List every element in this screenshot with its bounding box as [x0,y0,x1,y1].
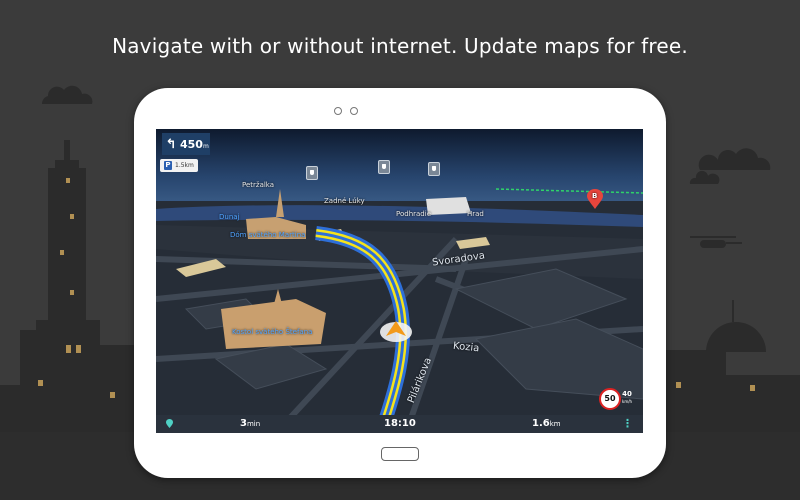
time-remaining[interactable]: 3min [240,418,260,429]
current-speed-unit: km/h [622,399,633,404]
turn-instruction[interactable]: ↰ 450 m [162,133,210,155]
navigation-screen[interactable]: ↰ 450 m P 1.5km B Petržalka Zadné Lúky Du… [156,129,643,433]
tablet-device: ↰ 450 m P 1.5km B Petržalka Zadné Lúky Du… [134,88,666,478]
current-speed-value: 40 [622,390,632,398]
map-label-zadne-luky: Zadné Lúky [324,197,365,205]
poi-icon[interactable] [306,166,318,180]
location-pin-icon[interactable] [166,419,173,428]
distance-remaining[interactable]: 1.6km [532,418,561,429]
current-speed: 40 km/h [622,391,632,405]
map-label-dom: Dóm svätého Martina [230,231,306,239]
map-label-petrzalka: Petržalka [242,181,275,189]
home-button[interactable] [381,447,419,461]
map-label-hrad: Hrad [467,210,484,218]
turn-distance-unit: m [202,143,209,150]
turn-left-arrow-icon: ↰ [165,136,177,152]
speed-limit-sign: 50 [599,388,621,410]
time-remaining-value: 3 [240,418,247,429]
arrival-time[interactable]: 18:10 [384,418,416,429]
3d-map-view[interactable] [156,129,643,433]
map-label-kostol: Kostol svätého Štefana [232,328,313,336]
map-label-podhradie: Podhradie [396,210,431,218]
distance-remaining-unit: km [549,420,561,428]
parking-info[interactable]: P 1.5km [160,159,198,172]
navigation-bottom-bar[interactable]: 3min 18:10 1.6km ⋮ [156,415,643,433]
poi-icon[interactable] [428,162,440,176]
turn-distance: 450 [180,137,203,151]
time-remaining-unit: min [246,420,261,428]
sensor-icon [350,107,358,115]
poi-icon[interactable] [378,160,390,174]
more-menu-icon[interactable]: ⋮ [622,418,633,429]
parking-distance: 1.5km [175,162,194,169]
destination-label: B [592,192,598,200]
parking-icon: P [164,161,172,170]
camera-icon [334,107,342,115]
map-label-dunaj: Dunaj [219,213,240,221]
distance-remaining-value: 1.6 [532,418,550,429]
